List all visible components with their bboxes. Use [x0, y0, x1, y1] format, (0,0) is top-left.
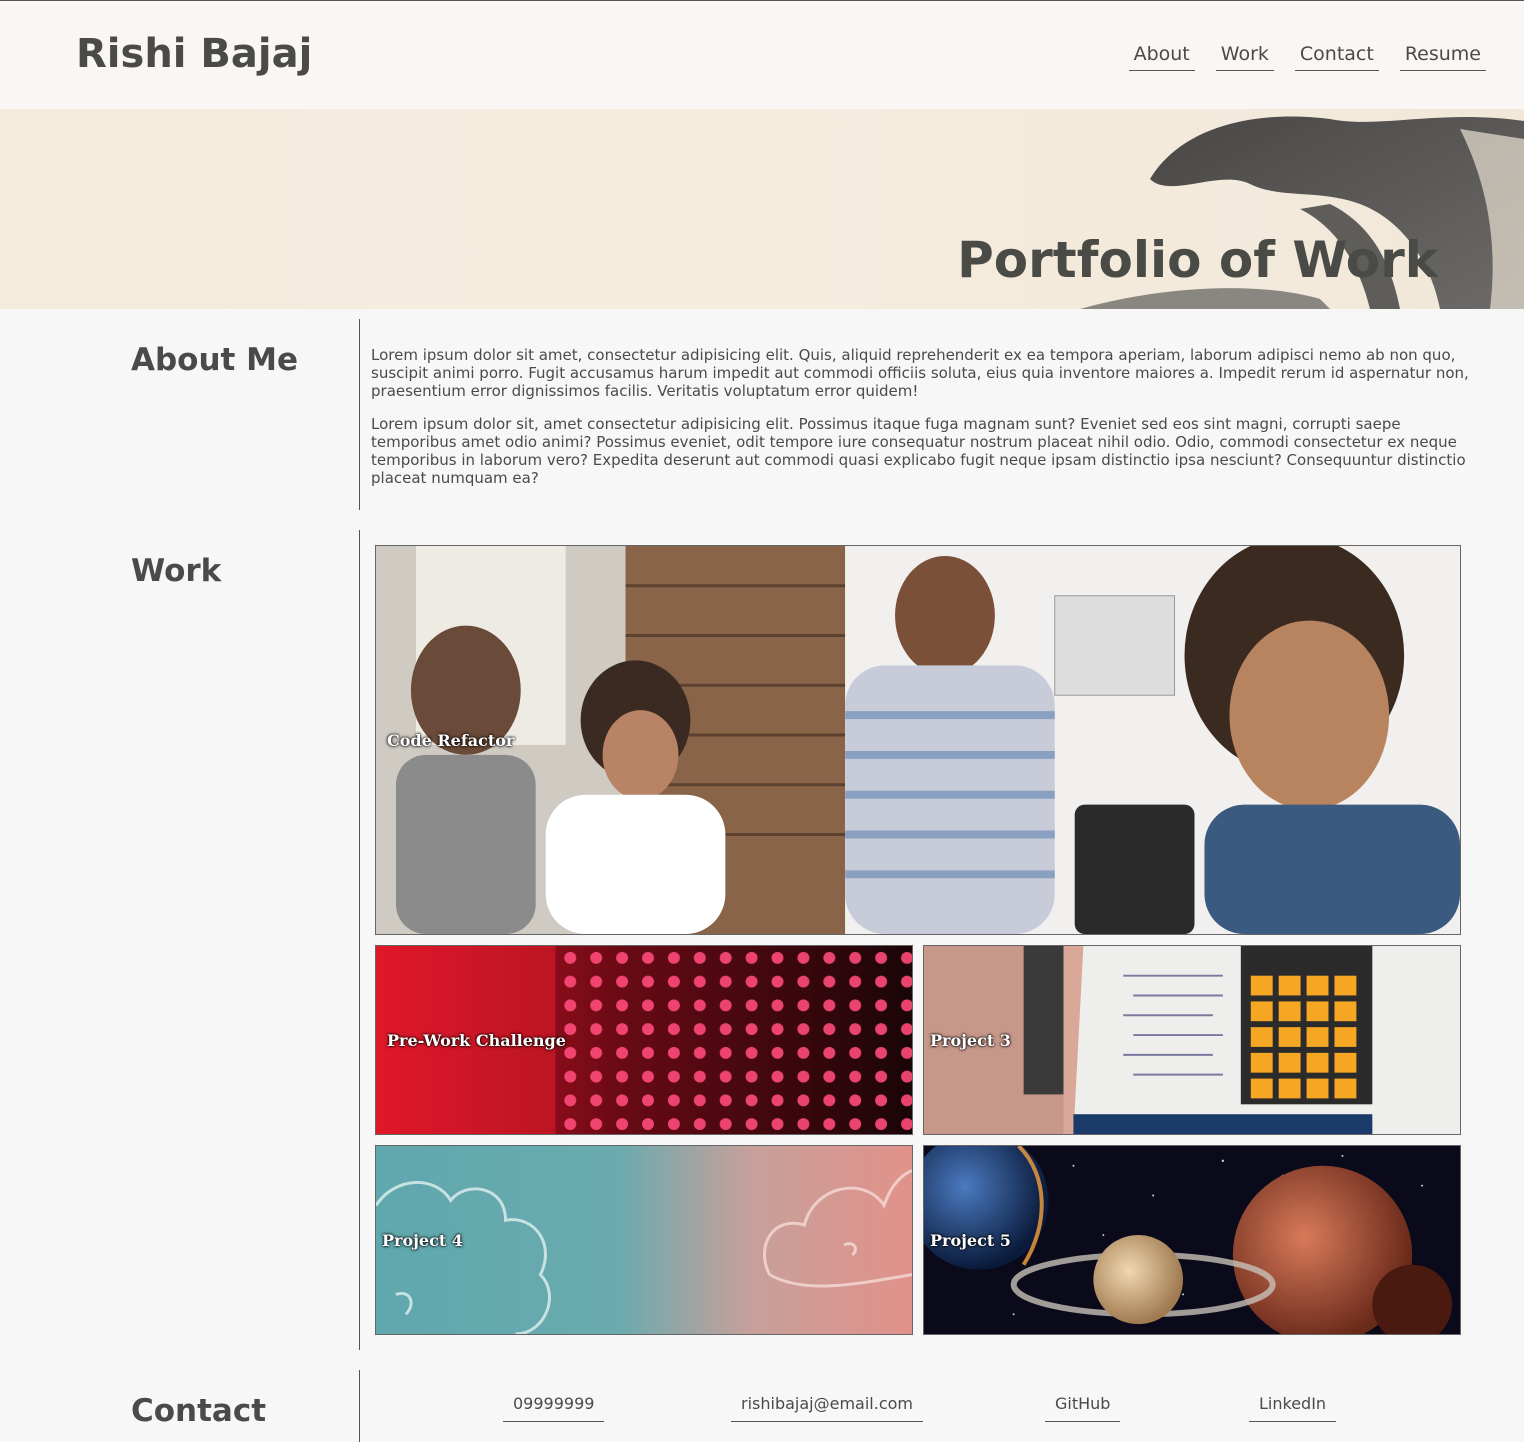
nav-about-link[interactable]: About [1128, 43, 1195, 71]
contact-section: Contact 09999999 rishibajaj@email.com Gi… [0, 1360, 1524, 1442]
work-heading: Work [131, 553, 222, 589]
project-title: Pre-Work Challenge [387, 1031, 566, 1050]
project-card-project-3[interactable]: Project 3 [923, 945, 1461, 1135]
contact-phone-link[interactable]: 09999999 [503, 1394, 605, 1422]
section-divider [359, 1370, 360, 1442]
contact-heading: Contact [131, 1393, 267, 1429]
nav-contact-link[interactable]: Contact [1294, 43, 1379, 71]
hero-title: Portfolio of Work [957, 231, 1438, 289]
site-header: Rishi Bajaj About Work Contact Resume [0, 1, 1524, 109]
project-title: Code Refactor [387, 731, 515, 750]
site-brand: Rishi Bajaj [76, 31, 313, 77]
contact-github-link[interactable]: GitHub [1045, 1394, 1121, 1422]
project-title: Project 5 [930, 1231, 1011, 1250]
nav-resume-link[interactable]: Resume [1399, 43, 1486, 71]
project-title: Project 3 [930, 1031, 1011, 1050]
hero-banner: Portfolio of Work [0, 109, 1524, 309]
about-section: About Me Lorem ipsum dolor sit amet, con… [0, 309, 1524, 520]
team-meeting-image [376, 546, 1460, 934]
nav-work-link[interactable]: Work [1215, 43, 1274, 71]
about-heading: About Me [131, 342, 299, 378]
project-card-code-refactor[interactable]: Code Refactor [375, 545, 1461, 935]
about-paragraph: Lorem ipsum dolor sit, amet consectetur … [371, 415, 1466, 487]
contact-email-link[interactable]: rishibajaj@email.com [731, 1394, 923, 1422]
contact-linkedin-link[interactable]: LinkedIn [1249, 1394, 1337, 1422]
project-card-project-5[interactable]: Project 5 [923, 1145, 1461, 1335]
section-divider [359, 319, 360, 510]
work-section: Work Code Refactor Pre-Work Challenge Pr… [0, 520, 1524, 1360]
about-text: Lorem ipsum dolor sit amet, consectetur … [371, 346, 1471, 502]
project-title: Project 4 [382, 1231, 463, 1250]
main-nav: About Work Contact Resume [1128, 43, 1486, 71]
section-divider [359, 530, 360, 1350]
project-card-project-4[interactable]: Project 4 [375, 1145, 913, 1335]
about-paragraph: Lorem ipsum dolor sit amet, consectetur … [371, 346, 1469, 400]
project-card-pre-work-challenge[interactable]: Pre-Work Challenge [375, 945, 913, 1135]
